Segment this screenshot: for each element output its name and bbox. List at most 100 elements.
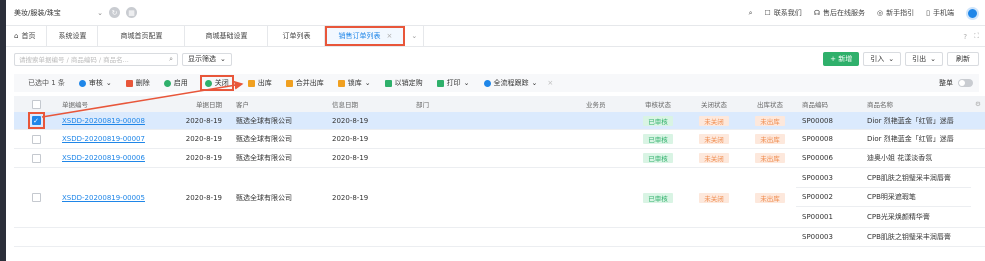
lock-icon bbox=[337, 79, 345, 87]
purchase-by-sale-button[interactable]: 以销定购 bbox=[384, 78, 423, 88]
info-date: 2020-8-19 bbox=[332, 116, 369, 125]
info-date: 2020-8-19 bbox=[332, 154, 369, 162]
order-no-link[interactable]: XSDD-20200819-00006 bbox=[58, 154, 158, 162]
status-badge: 未关闭 bbox=[699, 134, 729, 144]
chevron-down-icon: ⌄ bbox=[463, 79, 470, 87]
close-icon[interactable]: × bbox=[386, 32, 392, 40]
refresh-button[interactable]: 刷新 bbox=[947, 52, 979, 66]
mobile-icon: ▯ bbox=[926, 9, 930, 17]
tab-bar: ⌂ 首页 系统设置 商城首页配置 商城基础设置 订单列表 销售订单列表 × ⌄ … bbox=[6, 26, 985, 47]
select-all-checkbox[interactable] bbox=[31, 99, 41, 109]
aftersale-link[interactable]: ☊ 售后在线服务 bbox=[814, 8, 865, 18]
close-status-cell: 未关闭 bbox=[684, 115, 740, 126]
product-name: CPB肌肤之钥璧采丰润唇膏 bbox=[867, 233, 951, 241]
export-button[interactable]: 引出 ⌄ bbox=[905, 52, 943, 66]
row-checkbox[interactable] bbox=[31, 134, 41, 144]
row-checkbox[interactable] bbox=[31, 193, 41, 202]
tab-sales-order-list[interactable]: 销售订单列表 × bbox=[325, 26, 406, 46]
table-row[interactable]: XSDD-20200819-00006 2020-8-19 甄选全球有限公司 2… bbox=[14, 149, 985, 168]
tab-home[interactable]: ⌂ 首页 bbox=[6, 26, 48, 46]
product-name: Dior 烈艳蓝金「红管」迷唇 bbox=[867, 116, 954, 125]
status-badge: 未出库 bbox=[755, 115, 785, 126]
out-status-cell: 未出库 bbox=[740, 115, 796, 126]
table-row[interactable]: SP00003 CPB肌肤之钥璧采丰润唇膏 bbox=[14, 228, 985, 247]
help-icon[interactable]: ? bbox=[963, 33, 967, 41]
order-no-link[interactable]: XSDD-20200819-00007 bbox=[58, 135, 158, 143]
guide-label: 新手指引 bbox=[886, 9, 915, 17]
table-row[interactable]: XSDD-20200819-00007 2020-8-19 甄选全球有限公司 2… bbox=[14, 130, 985, 149]
fullscreen-icon[interactable]: ⛶ bbox=[974, 32, 979, 41]
grid-icon[interactable]: ▦ bbox=[126, 7, 137, 18]
status-badge: 未出库 bbox=[755, 153, 785, 163]
home-icon: ⌂ bbox=[14, 32, 19, 40]
row-checkbox-cell bbox=[14, 134, 58, 144]
status-badge: 未关闭 bbox=[699, 153, 729, 163]
order-no-link[interactable]: XSDD-20200819-00005 bbox=[58, 194, 158, 202]
order-no-link[interactable]: XSDD-20200819-00008 bbox=[58, 117, 158, 125]
aftersale-label: 售后在线服务 bbox=[823, 9, 866, 17]
whole-order-toggle[interactable] bbox=[958, 79, 973, 87]
contact-icon: ☐ bbox=[764, 9, 771, 17]
show-filter-button[interactable]: 显示筛选 ⌄ bbox=[182, 52, 232, 66]
tab-system-settings[interactable]: 系统设置 bbox=[47, 26, 99, 46]
import-label: 引入 bbox=[870, 55, 885, 63]
header-audit-status: 审核状态 bbox=[645, 101, 671, 109]
chevron-down-icon: ⌄ bbox=[531, 79, 538, 87]
audit-button[interactable]: 审核 ⌄ bbox=[78, 78, 112, 88]
orders-table: 单据编号 单据日期 客户 信息日期 部门 业务员 审核状态 关闭状态 出库状态 … bbox=[14, 96, 985, 247]
tab-mall-home-config[interactable]: 商城首页配置 bbox=[98, 26, 186, 46]
contact-us-link[interactable]: ☐ 联系我们 bbox=[765, 8, 802, 18]
close-order-label: 关闭 bbox=[214, 79, 229, 87]
search-icon[interactable]: ⌕ bbox=[749, 9, 753, 18]
lock-stock-button[interactable]: 锁库 ⌄ bbox=[337, 78, 371, 88]
stock-out-button[interactable]: 出库 bbox=[247, 78, 272, 88]
chevron-down-icon: ⌄ bbox=[888, 55, 895, 63]
status-badge: 已审核 bbox=[643, 134, 673, 144]
clear-selection-icon[interactable]: × bbox=[547, 79, 553, 87]
chevron-down-icon: ⌄ bbox=[364, 79, 371, 87]
status-badge: 已审核 bbox=[643, 115, 673, 126]
top-bar: 美妆/服装/珠宝 ⌄ ↻ ▦ ⌕ ☐ 联系我们 ☊ 售后在线服务 ◎ 新手指引 ▯ 手机… bbox=[6, 0, 985, 26]
enable-button[interactable]: 启用 bbox=[163, 78, 188, 88]
table-row[interactable]: XSDD-20200819-00005 2020-8-19 甄选全球有限公司 2… bbox=[14, 168, 985, 228]
refresh-icon[interactable]: ↻ bbox=[109, 7, 120, 18]
status-badge: 未出库 bbox=[755, 134, 785, 144]
chevron-down-icon[interactable]: ⌄ bbox=[405, 26, 425, 46]
header-department: 部门 bbox=[416, 101, 429, 109]
product-code: SP00002 bbox=[796, 188, 861, 207]
avatar[interactable] bbox=[966, 6, 979, 20]
new-button[interactable]: + 新增 bbox=[823, 52, 860, 66]
store-selector[interactable]: 美妆/服装/珠宝 ⌄ bbox=[14, 6, 103, 20]
info-date: 2020-8-19 bbox=[332, 193, 369, 202]
store-selector-label: 美妆/服装/珠宝 bbox=[14, 8, 61, 17]
merge-stock-out-button[interactable]: 合并出库 bbox=[285, 78, 324, 88]
tab-mall-basic-settings[interactable]: 商城基础设置 bbox=[185, 26, 269, 46]
product-name: CPB肌肤之钥璧采丰润唇膏 bbox=[861, 169, 971, 188]
full-trace-button[interactable]: 全流程跟踪 ⌄ bbox=[483, 78, 538, 88]
mobile-link[interactable]: ▯ 手机端 bbox=[926, 8, 954, 18]
product-name-list: CPB肌肤之钥璧采丰润唇膏 CPB明采遮瑕笔 CPB光采焕颜精华膏 bbox=[861, 169, 971, 226]
merge-stock-out-label: 合并出库 bbox=[295, 79, 324, 87]
close-order-button[interactable]: 关闭 bbox=[199, 75, 234, 91]
customer: 甄选全球有限公司 bbox=[236, 135, 292, 143]
table-row[interactable]: ✓ XSDD-20200819-00008 2020-8-19 甄选全球有限公司… bbox=[14, 112, 985, 130]
search-input[interactable]: 请搜索单据编号 / 商品编码 / 商品名... ⌕ bbox=[14, 52, 178, 66]
product-name: CPB光采焕颜精华膏 bbox=[867, 212, 930, 221]
gear-icon[interactable]: ⚙ bbox=[971, 100, 985, 108]
guide-link[interactable]: ◎ 新手指引 bbox=[877, 8, 914, 18]
select-all-cell bbox=[14, 99, 58, 109]
product-name: CPB明采遮瑕笔 bbox=[861, 188, 971, 207]
tab-order-list[interactable]: 订单列表 bbox=[268, 26, 326, 46]
purchase-by-sale-label: 以销定购 bbox=[394, 79, 423, 87]
row-checkbox[interactable]: ✓ bbox=[31, 116, 41, 125]
import-button[interactable]: 引入 ⌄ bbox=[863, 52, 902, 66]
print-button[interactable]: 打印 ⌄ bbox=[436, 78, 470, 88]
status-badge: 已审核 bbox=[643, 192, 673, 203]
row-checkbox-cell: ✓ bbox=[14, 112, 58, 129]
search-placeholder: 请搜索单据编号 / 商品编码 / 商品名... bbox=[19, 56, 129, 64]
search-icon: ⌕ bbox=[169, 54, 173, 63]
row-checkbox[interactable] bbox=[31, 153, 41, 163]
delete-button[interactable]: 删除 bbox=[125, 78, 150, 88]
guide-icon: ◎ bbox=[877, 9, 884, 17]
stock-out-label: 出库 bbox=[257, 79, 272, 87]
